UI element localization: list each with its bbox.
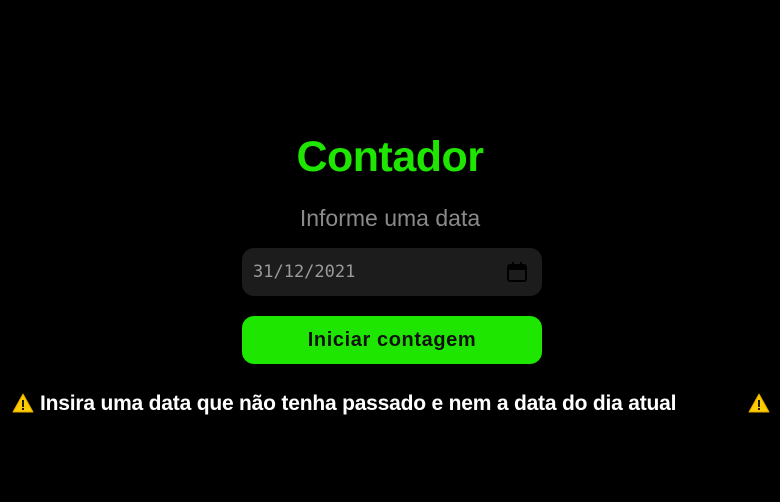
page-title: Contador <box>296 133 484 181</box>
date-input-value[interactable]: 31/12/2021 <box>253 261 355 283</box>
date-input[interactable]: 31/12/2021 <box>242 248 542 296</box>
calendar-icon[interactable] <box>506 261 528 283</box>
date-prompt-label: Informe uma data <box>299 205 481 231</box>
warning-icon <box>12 393 34 413</box>
warning-text: Insira uma data que não tenha passado e … <box>40 392 677 415</box>
warning-icon <box>748 393 770 413</box>
start-countdown-button[interactable]: Iniciar contagem <box>242 316 542 364</box>
warning-message: Insira uma data que não tenha passado e … <box>0 388 780 418</box>
